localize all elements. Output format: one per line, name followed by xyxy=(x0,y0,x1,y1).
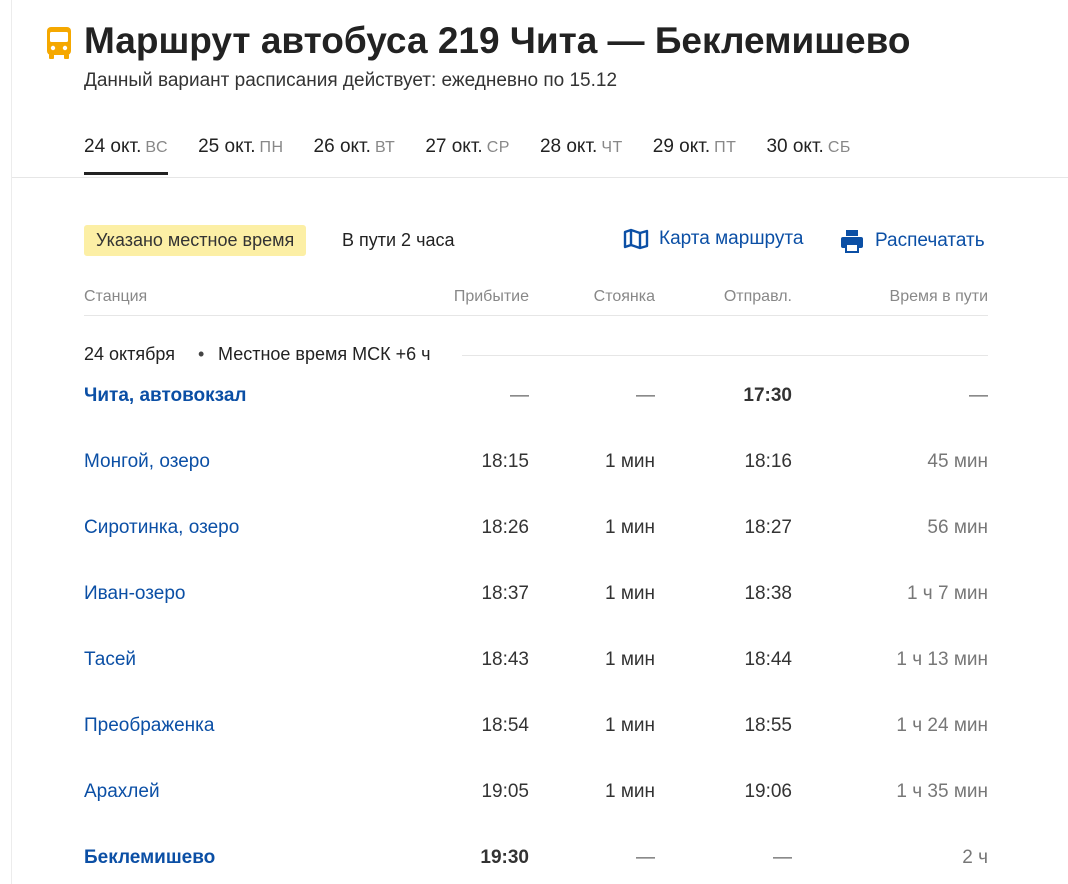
departure-time: 18:55 xyxy=(744,715,792,736)
station-link[interactable]: Беклемишево xyxy=(84,847,215,869)
arrival-time: 18:37 xyxy=(481,583,529,604)
table-row: Арахлей 19:05 1 мин 19:06 1 ч 35 мин xyxy=(84,781,988,811)
station-link[interactable]: Арахлей xyxy=(84,781,160,803)
table-row: Чита, автовокзал — — 17:30 — xyxy=(84,385,988,415)
arrival-time: 18:43 xyxy=(481,649,529,670)
tab-weekday: ВТ xyxy=(374,139,396,156)
stop-duration: — xyxy=(636,385,655,406)
column-arrival: Прибытие xyxy=(453,288,529,305)
tab-date-label: 24 окт. xyxy=(84,136,142,157)
travel-time: 1 ч 7 мин xyxy=(906,583,988,604)
table-row: Сиротинка, озеро 18:26 1 мин 18:27 56 ми… xyxy=(84,517,988,547)
route-map-label: Карта маршрута xyxy=(659,228,804,249)
tab-date[interactable]: 24 окт. ВС xyxy=(84,136,169,176)
arrival-time: 18:54 xyxy=(481,715,529,736)
departure-time: — xyxy=(773,847,792,868)
table-row: Иван-озеро 18:37 1 мин 18:38 1 ч 7 мин xyxy=(84,583,988,613)
tab-weekday: ПН xyxy=(259,139,284,156)
tab-weekday: ВС xyxy=(145,139,169,156)
tab-date-label: 30 окт. xyxy=(766,136,824,157)
travel-duration: В пути 2 часа xyxy=(342,230,455,250)
tab-date[interactable]: 26 окт. ВТ xyxy=(314,136,396,176)
print-label: Распечатать xyxy=(875,230,985,251)
departure-time: 18:27 xyxy=(744,517,792,538)
date-group-header: 24 октября • Местное время МСК +6 ч xyxy=(84,344,988,368)
station-link[interactable]: Иван-озеро xyxy=(84,583,185,605)
departure-time: 19:06 xyxy=(744,781,792,802)
separator-dot: • xyxy=(198,344,205,364)
tab-weekday: ПТ xyxy=(714,139,737,156)
tab-weekday: СР xyxy=(486,139,510,156)
date-tabs: 24 окт. ВС 25 окт. ПН 26 окт. ВТ 27 окт. СР … xyxy=(84,136,881,176)
column-stop: Стоянка xyxy=(593,288,655,305)
travel-time: 56 мин xyxy=(927,517,988,538)
stop-duration: 1 мин xyxy=(604,583,655,604)
schedule-validity: Данный вариант расписания действует: еже… xyxy=(84,70,618,91)
column-departure: Отправл. xyxy=(723,288,792,305)
local-time-badge: Указано местное время xyxy=(84,225,307,256)
departure-time: 18:38 xyxy=(744,583,792,604)
tab-date[interactable]: 29 окт. ПТ xyxy=(653,136,737,176)
group-date: 24 октября xyxy=(84,344,175,364)
tab-date-label: 27 окт. xyxy=(425,136,483,157)
timezone-note: Местное время МСК +6 ч xyxy=(218,344,431,364)
table-row: Монгой, озеро 18:15 1 мин 18:16 45 мин xyxy=(84,451,988,481)
arrival-time: 18:26 xyxy=(481,517,529,538)
table-header: Станция Прибытие Стоянка Отправл. Время … xyxy=(84,286,988,316)
table-row: Тасей 18:43 1 мин 18:44 1 ч 13 мин xyxy=(84,649,988,679)
departure-time: 17:30 xyxy=(743,385,792,406)
departure-time: 18:16 xyxy=(744,451,792,472)
departure-time: 18:44 xyxy=(744,649,792,670)
stop-duration: 1 мин xyxy=(604,517,655,538)
tab-date-label: 26 окт. xyxy=(313,136,371,157)
print-button[interactable]: Распечатать xyxy=(839,228,985,254)
tab-date-label: 28 окт. xyxy=(539,136,598,157)
table-row: Беклемишево 19:30 — — 2 ч xyxy=(84,847,988,877)
station-link[interactable]: Преображенка xyxy=(84,715,214,737)
table-row: Преображенка 18:54 1 мин 18:55 1 ч 24 ми… xyxy=(84,715,988,745)
arrival-time: 19:30 xyxy=(480,847,529,868)
tabs-divider xyxy=(12,177,1068,178)
station-link[interactable]: Сиротинка, озеро xyxy=(84,517,239,539)
left-divider xyxy=(11,0,12,884)
column-travel-time: Время в пути xyxy=(889,288,988,305)
stop-duration: 1 мин xyxy=(604,715,655,736)
tab-date-label: 25 окт. xyxy=(198,136,256,157)
station-link[interactable]: Чита, автовокзал xyxy=(84,385,247,407)
arrival-time: 19:05 xyxy=(481,781,529,802)
tab-date[interactable]: 30 окт. СБ xyxy=(766,136,850,176)
route-map-link[interactable]: Карта маршрута xyxy=(623,228,803,250)
bus-icon xyxy=(47,27,71,59)
tab-date-label: 29 окт. xyxy=(652,136,711,157)
station-link[interactable]: Тасей xyxy=(84,649,136,671)
column-station: Станция xyxy=(84,288,148,305)
printer-icon xyxy=(841,230,863,253)
travel-time: 45 мин xyxy=(927,451,988,472)
station-link[interactable]: Монгой, озеро xyxy=(84,451,210,473)
travel-time: 1 ч 13 мин xyxy=(896,649,988,670)
tab-weekday: ЧТ xyxy=(601,139,623,156)
map-icon xyxy=(623,228,649,250)
tab-date[interactable]: 25 окт. ПН xyxy=(198,136,283,176)
stop-duration: 1 мин xyxy=(604,649,655,670)
date-divider xyxy=(462,355,988,356)
travel-time: 1 ч 24 мин xyxy=(896,715,988,736)
arrival-time: 18:15 xyxy=(481,451,529,472)
travel-time: 2 ч xyxy=(962,847,988,868)
page-title: Маршрут автобуса 219 Чита — Беклемишево xyxy=(84,20,911,61)
tab-date[interactable]: 28 окт. ЧТ xyxy=(540,136,623,176)
tab-weekday: СБ xyxy=(827,139,851,156)
stop-duration: — xyxy=(636,847,655,868)
arrival-time: — xyxy=(510,385,529,406)
stop-duration: 1 мин xyxy=(604,781,655,802)
travel-time: — xyxy=(969,385,988,406)
tab-date[interactable]: 27 окт. СР xyxy=(425,136,510,176)
travel-time: 1 ч 35 мин xyxy=(896,781,988,802)
stop-duration: 1 мин xyxy=(604,451,655,472)
